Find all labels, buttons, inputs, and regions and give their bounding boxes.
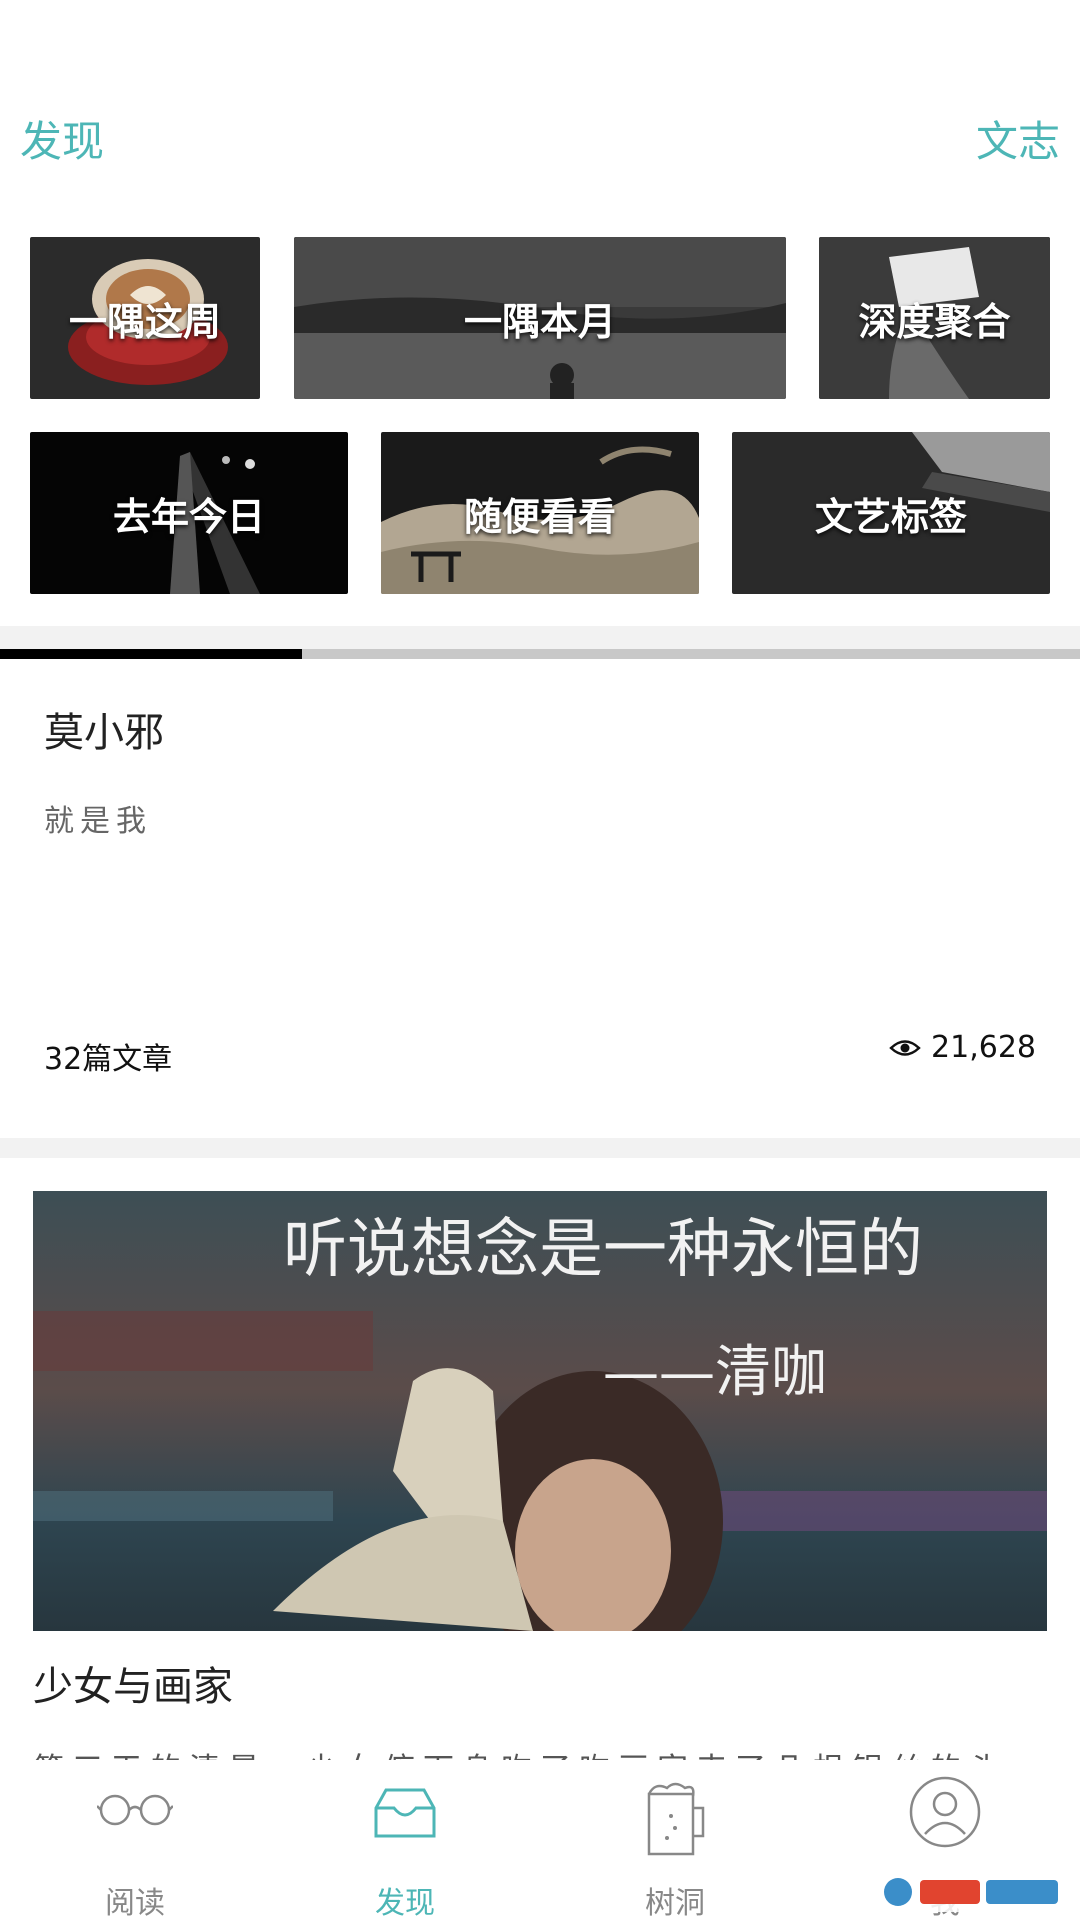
nav-label: 阅读 [105,1886,165,1921]
view-count-value: 21,628 [931,1030,1036,1065]
category-tile-this-week[interactable]: 一隅这周 [30,237,260,399]
nav-item-tree-hole[interactable]: 树洞 [540,1760,810,1921]
beer-mug-icon [647,1782,705,1856]
page-title-discover: 发现 [20,117,105,166]
nav-item-discover[interactable]: 发现 [270,1760,540,1921]
category-label: 去年今日 [112,494,265,539]
site-watermark-logo [876,1872,1066,1912]
author-bio: 就是我 [44,804,152,839]
carousel-progress-fill [0,649,303,659]
category-tile-deep-aggregation[interactable]: 深度聚合 [819,237,1050,399]
nav-item-read[interactable]: 阅读 [0,1760,270,1921]
article-count: 32篇文章 [44,1042,173,1077]
wenzhi-link[interactable]: 文志 [976,108,1060,169]
category-tile-last-year-today[interactable]: 去年今日 [30,432,348,594]
category-tile-this-month[interactable]: 一隅本月 [294,237,786,399]
author-name: 莫小邪 [44,710,164,756]
painting-image: 听说想念是一种永恒的 ——清咖 [33,1191,1047,1631]
image-caption-line2: ——清咖 [603,1340,827,1405]
category-label: 深度聚合 [858,299,1011,344]
category-tile-random[interactable]: 随便看看 [381,432,699,594]
view-count: 21,628 [889,1030,1036,1065]
category-label: 一隅本月 [463,299,616,344]
image-caption-line1: 听说想念是一种永恒的 [283,1213,923,1287]
category-label: 文艺标签 [814,494,967,539]
glasses-icon [97,1794,173,1826]
inbox-icon [374,1788,436,1838]
article-title: 少女与画家 [33,1664,233,1710]
nav-label: 发现 [375,1886,435,1921]
eye-icon [889,1039,921,1056]
section-divider [0,626,1080,649]
nav-label: 树洞 [645,1886,705,1921]
section-divider [0,1138,1080,1158]
category-label: 一隅这周 [68,299,221,344]
category-label: 随便看看 [463,494,616,539]
article-cover-image: 听说想念是一种永恒的 ——清咖 [33,1191,1047,1631]
category-tile-literary-tags[interactable]: 文艺标签 [732,432,1050,594]
user-icon [909,1776,981,1848]
